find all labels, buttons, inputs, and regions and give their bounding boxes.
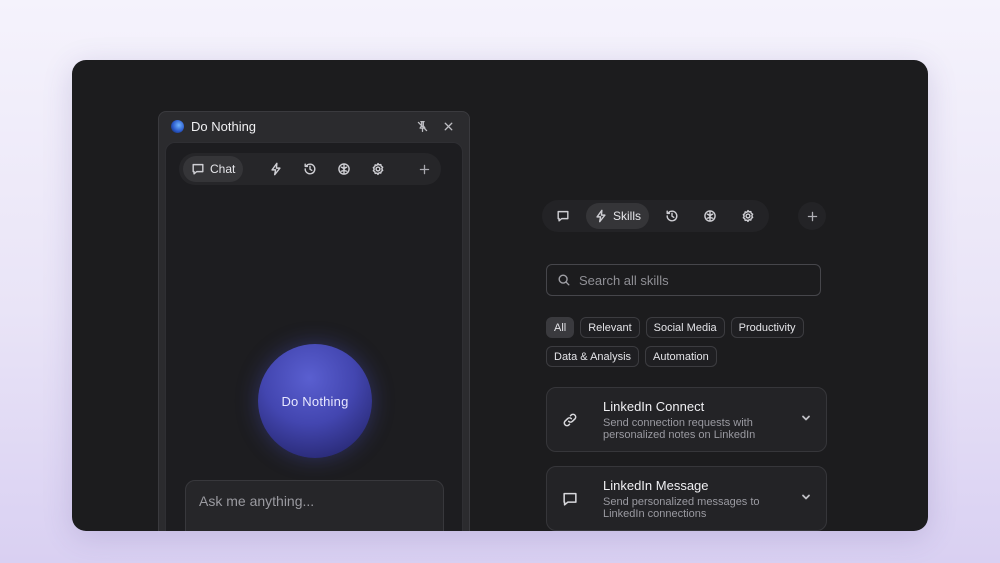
filter-chip-data-analysis[interactable]: Data & Analysis bbox=[546, 346, 640, 367]
filter-chip-social-media[interactable]: Social Media bbox=[645, 317, 725, 338]
chevron-down-icon bbox=[802, 415, 810, 420]
plus-icon bbox=[419, 164, 430, 174]
tab-chat[interactable]: Chat bbox=[183, 156, 244, 182]
pin-button[interactable] bbox=[411, 115, 433, 137]
assistant-orb[interactable]: Do Nothing bbox=[258, 344, 372, 458]
skill-title: LinkedIn Message bbox=[603, 477, 709, 493]
gear-icon bbox=[742, 209, 754, 223]
tab-settings[interactable] bbox=[733, 203, 763, 229]
chat-input[interactable]: Ask me anything... bbox=[185, 480, 444, 531]
skill-card-linkedin-connect[interactable]: LinkedIn Connect Send connection request… bbox=[546, 387, 827, 452]
filter-chip-all[interactable]: All bbox=[546, 317, 575, 338]
expand-button[interactable] bbox=[800, 490, 812, 508]
tab-chat-label: Chat bbox=[210, 162, 236, 176]
filter-chip-productivity[interactable]: Productivity bbox=[730, 317, 804, 338]
tab-brain[interactable] bbox=[695, 203, 725, 229]
chat-input-placeholder: Ask me anything... bbox=[199, 493, 315, 509]
chevron-down-icon bbox=[802, 494, 810, 499]
search-icon bbox=[558, 274, 570, 286]
plus-icon bbox=[807, 211, 817, 221]
bolt-icon bbox=[596, 209, 606, 223]
skills-search-input[interactable]: Search all skills bbox=[546, 264, 821, 296]
brain-icon bbox=[338, 163, 351, 175]
skills-tabbar: Skills bbox=[542, 200, 770, 232]
history-icon bbox=[304, 163, 316, 175]
history-icon bbox=[666, 210, 678, 222]
expand-button[interactable] bbox=[800, 411, 812, 429]
tab-skills[interactable]: Skills bbox=[586, 203, 650, 229]
orb-label: Do Nothing bbox=[281, 393, 349, 409]
message-icon bbox=[563, 492, 577, 506]
chat-panel: Chat Do Nothing Ask me anything... bbox=[165, 142, 463, 531]
tab-settings[interactable] bbox=[363, 156, 393, 182]
close-icon bbox=[444, 122, 452, 130]
add-button[interactable] bbox=[798, 202, 826, 230]
tab-history[interactable] bbox=[295, 156, 325, 182]
filter-chip-relevant[interactable]: Relevant bbox=[580, 317, 640, 338]
brain-icon bbox=[704, 210, 716, 222]
search-placeholder: Search all skills bbox=[579, 272, 669, 288]
skill-card-linkedin-message[interactable]: LinkedIn Message Send personalized messa… bbox=[546, 466, 827, 531]
skill-description: Send connection requests with personaliz… bbox=[603, 416, 756, 441]
skill-description: Send personalized messages to LinkedIn c… bbox=[603, 495, 760, 520]
chat-tabbar: Chat bbox=[179, 153, 442, 185]
tab-brain[interactable] bbox=[329, 156, 359, 182]
skill-title: LinkedIn Connect bbox=[603, 398, 705, 414]
gear-icon bbox=[373, 162, 384, 176]
skill-filter-chips: All Relevant Social Media Productivity D… bbox=[546, 317, 836, 367]
tab-skills[interactable] bbox=[261, 156, 291, 182]
chat-icon bbox=[557, 210, 569, 222]
app-logo bbox=[171, 119, 184, 133]
window-title: Do Nothing bbox=[191, 118, 257, 134]
tab-chat[interactable] bbox=[548, 203, 578, 229]
bolt-icon bbox=[271, 162, 281, 176]
app-stage: Do Nothing Chat Do Nothing Ask me anythi… bbox=[72, 60, 928, 531]
chat-icon bbox=[192, 163, 204, 175]
close-button[interactable] bbox=[437, 115, 459, 137]
unpin-icon bbox=[417, 120, 427, 132]
new-chat-button[interactable] bbox=[411, 156, 437, 182]
window-titlebar: Do Nothing bbox=[159, 112, 469, 140]
link-icon bbox=[563, 413, 577, 426]
filter-chip-automation[interactable]: Automation bbox=[645, 346, 717, 367]
chat-window: Do Nothing Chat Do Nothing Ask me anythi… bbox=[158, 111, 470, 531]
tab-history[interactable] bbox=[657, 203, 687, 229]
tab-skills-label: Skills bbox=[613, 209, 642, 223]
